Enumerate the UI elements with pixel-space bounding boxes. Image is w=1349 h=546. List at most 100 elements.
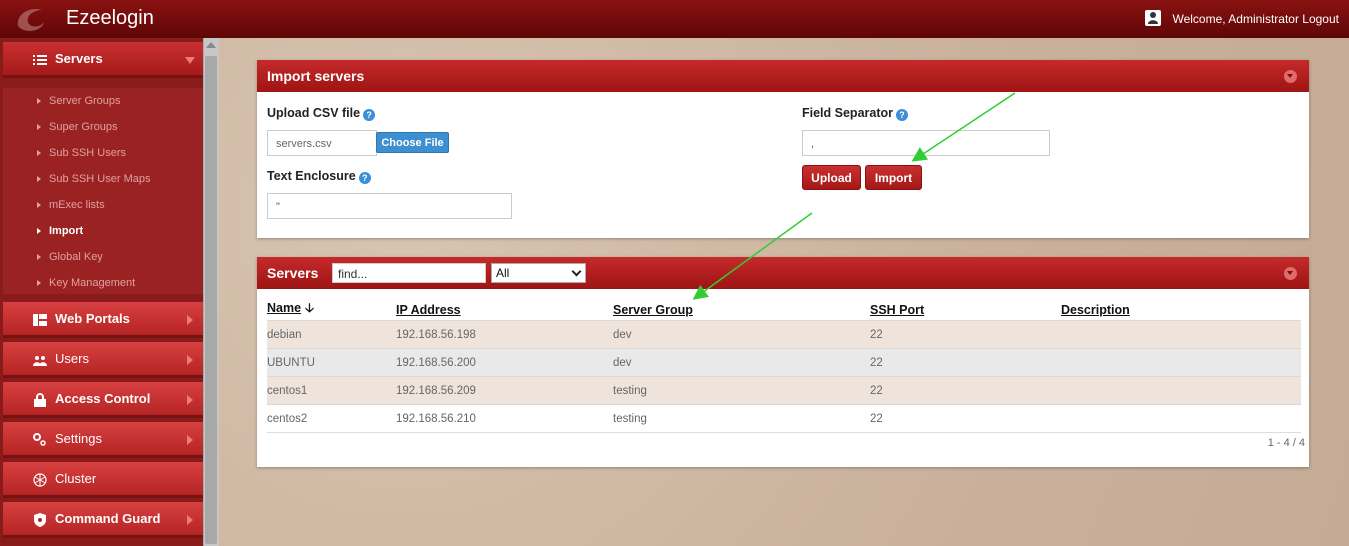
sidebar-item-cluster[interactable]: Cluster [3,462,203,498]
chevron-right-icon [187,355,193,365]
caret-right-icon [37,98,41,104]
import-button[interactable]: Import [865,165,922,190]
sidebar-item-command-guard[interactable]: Command Guard [3,502,203,538]
sidebar-item-mexec-lists[interactable]: mExec lists [3,192,203,218]
table-row[interactable]: debian 192.168.56.198 dev 22 [267,320,1301,349]
upload-csv-label: Upload CSV file? [267,106,376,121]
help-icon[interactable]: ? [896,109,908,121]
panel-title: Import servers [267,68,365,84]
cluster-icon [33,473,47,487]
column-header-name[interactable]: Name 🡣 [267,299,396,321]
sidebar-item-servers[interactable]: Servers [3,42,203,78]
caret-right-icon [37,280,41,286]
panel-header: Import servers [257,60,1309,92]
column-header-description[interactable]: Description [1061,299,1301,321]
sidebar-item-import[interactable]: Import [3,218,203,244]
sidebar-item-users[interactable]: Users [3,342,203,378]
cell-group: dev [613,348,870,377]
caret-right-icon [37,124,41,130]
sidebar-item-super-groups[interactable]: Super Groups [3,114,203,140]
cell-description [1061,320,1301,349]
scroll-up-arrow-icon[interactable] [206,42,216,48]
cell-group: testing [613,376,870,405]
sort-down-arrow-icon: 🡣 [305,301,315,315]
collapse-icon[interactable] [1284,267,1297,280]
app-title[interactable]: Ezeelogin [66,7,154,30]
import-servers-panel: Import servers Upload CSV file? servers.… [257,60,1309,238]
top-bar: Ezeelogin Welcome, Administrator Logout [0,0,1349,38]
column-header-server-group[interactable]: Server Group [613,299,870,321]
caret-right-icon [37,176,41,182]
users-icon [33,356,47,366]
cell-group: dev [613,320,870,349]
sidebar-item-label: Servers [55,51,103,66]
chevron-down-icon [185,57,195,64]
sidebar-item-access-control[interactable]: Access Control [3,382,203,418]
cell-name: centos1 [267,376,396,405]
help-icon[interactable]: ? [363,109,376,121]
field-separator-label: Field Separator? [802,106,908,121]
collapse-icon[interactable] [1284,70,1297,83]
caret-right-icon [37,228,41,234]
cell-port: 22 [870,376,1061,405]
servers-submenu: Server Groups Super Groups Sub SSH Users… [3,88,203,294]
cell-ip: 192.168.56.210 [396,404,613,433]
table-row[interactable]: UBUNTU 192.168.56.200 dev 22 [267,348,1301,377]
scrollbar-thumb[interactable] [205,56,217,544]
upload-button[interactable]: Upload [802,165,861,190]
cell-port: 22 [870,404,1061,433]
table-row[interactable]: centos1 192.168.56.209 testing 22 [267,376,1301,405]
shield-icon [34,513,46,527]
logo-icon [17,8,44,31]
panel-title: Servers [267,265,319,281]
cell-ip: 192.168.56.200 [396,348,613,377]
caret-right-icon [37,150,41,156]
chevron-down-icon [571,266,582,277]
servers-panel: Servers find... All Name 🡣 IP Address Ser… [257,257,1309,467]
cell-name: debian [267,320,396,349]
cell-description [1061,348,1301,377]
portal-icon [33,314,47,326]
user-icon [1145,10,1161,26]
sidebar-item-settings[interactable]: Settings [3,422,203,458]
welcome-logout-link[interactable]: Welcome, Administrator Logout [1172,12,1339,26]
chevron-right-icon [187,515,193,525]
cell-ip: 192.168.56.198 [396,320,613,349]
column-header-ssh-port[interactable]: SSH Port [870,299,1061,321]
field-separator-input[interactable]: , [802,130,1050,156]
file-name-display: servers.csv [267,130,377,156]
sidebar-item-global-key[interactable]: Global Key [3,244,203,270]
cell-ip: 192.168.56.209 [396,376,613,405]
table-header-row: Name 🡣 IP Address Server Group SSH Port D… [267,299,1301,321]
table-row[interactable]: centos2 192.168.56.210 testing 22 [267,404,1301,433]
text-enclosure-input[interactable]: " [267,193,512,219]
cell-name: centos2 [267,404,396,433]
chevron-right-icon [187,315,193,325]
chevron-right-icon [187,395,193,405]
sidebar-item-key-management[interactable]: Key Management [3,270,203,296]
list-icon [33,55,47,65]
cell-port: 22 [870,320,1061,349]
cell-port: 22 [870,348,1061,377]
sidebar-item-web-portals[interactable]: Web Portals [3,302,203,338]
cell-description [1061,376,1301,405]
search-input[interactable]: find... [332,263,486,283]
servers-table: Name 🡣 IP Address Server Group SSH Port D… [267,299,1301,433]
chevron-right-icon [187,435,193,445]
caret-right-icon [37,202,41,208]
column-header-ip[interactable]: IP Address [396,299,613,321]
cell-group: testing [613,404,870,433]
lock-icon [34,393,46,407]
choose-file-button[interactable]: Choose File [376,132,449,153]
cell-description [1061,404,1301,433]
group-filter-select[interactable]: All [491,263,586,283]
sidebar-item-sub-ssh-users[interactable]: Sub SSH Users [3,140,203,166]
gears-icon [33,433,46,446]
cell-name: UBUNTU [267,348,396,377]
pagination-info: 1 - 4 / 4 [1267,437,1305,449]
sidebar-item-sub-ssh-user-maps[interactable]: Sub SSH User Maps [3,166,203,192]
caret-right-icon [37,254,41,260]
sidebar-item-server-groups[interactable]: Server Groups [3,88,203,114]
text-enclosure-label: Text Enclosure? [267,169,371,184]
help-icon[interactable]: ? [358,172,371,184]
